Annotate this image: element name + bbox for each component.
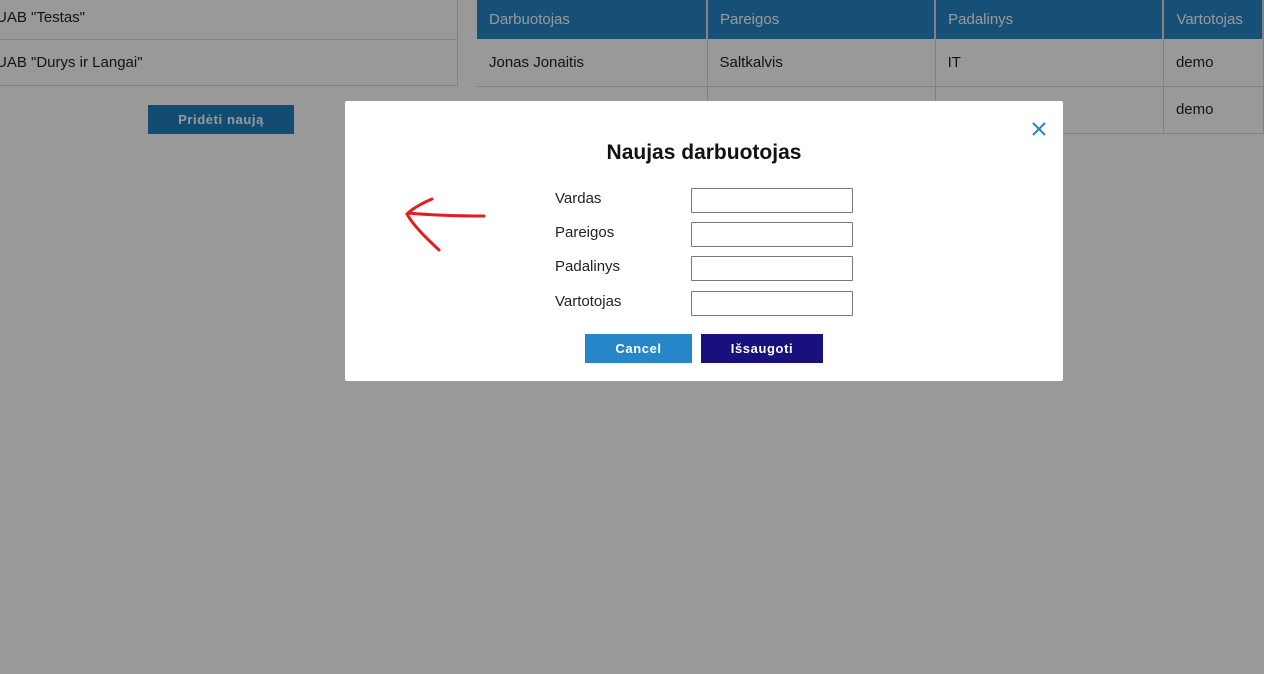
form-row-department: Padalinys [555,256,855,282]
cancel-button[interactable]: Cancel [585,334,692,363]
annotation-arrow-icon [405,197,486,252]
save-button[interactable]: Išsaugoti [701,334,823,363]
user-field[interactable] [691,291,853,316]
field-label: Padalinys [555,258,621,275]
close-icon[interactable] [1031,121,1047,137]
field-label: Vardas [555,190,602,207]
field-label: Pareigos [555,224,615,241]
form-row-position: Pareigos [555,222,855,248]
form-row-name: Vardas [555,188,855,214]
form-row-user: Vartotojas [555,291,855,317]
position-field[interactable] [691,222,853,247]
department-field[interactable] [691,256,853,281]
field-label: Vartotojas [555,293,622,310]
name-field[interactable] [691,188,853,213]
modal-title: Naujas darbuotojas [606,141,802,164]
